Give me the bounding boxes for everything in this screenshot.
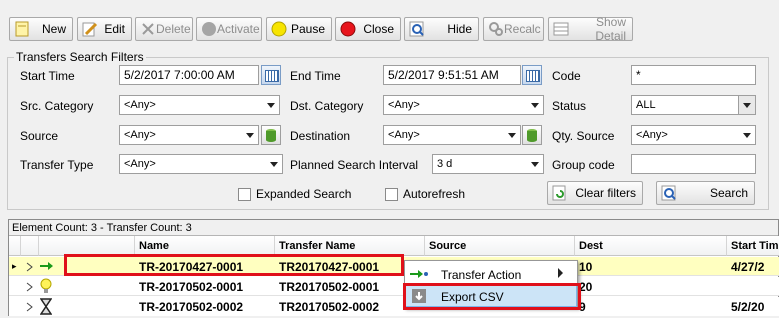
status-label: Status [552,99,587,113]
pencil-icon [82,21,98,37]
chevron-down-icon [531,103,539,108]
activate-button[interactable]: Activate [196,17,262,41]
cell-dest: 10 [579,260,593,274]
status-dropdown-button[interactable] [738,96,755,114]
start-time-field[interactable]: 5/2/2017 7:00:00 AM [119,65,259,85]
grid-caption: Element Count: 3 - Transfer Count: 3 [9,220,778,236]
chevron-down-icon [267,103,275,108]
code-label: Code [552,69,581,83]
cell-name: TR-20170502-0002 [139,300,244,314]
row-expand-icon [26,301,34,315]
cylinder-icon [527,129,537,142]
cylinder-icon [266,129,276,142]
cell-dest: 9 [579,300,586,314]
column-header-start-time[interactable]: Start Tim [727,236,779,256]
cell-start-time [727,277,779,296]
row-pointer-icon: ▸ [12,261,17,271]
highlight-export-csv [403,283,581,310]
highlight-selected-row [64,254,404,276]
transfer-type-select[interactable]: <Any> [119,154,283,174]
group-code-label: Group code [552,158,615,172]
status-select[interactable]: ALL [631,95,756,115]
show-detail-button[interactable]: Show Detail [548,15,633,43]
transfer-action-icon [409,268,429,283]
chevron-down-icon [743,133,751,138]
close-button[interactable]: Close [335,17,401,41]
destination-label: Destination [290,129,351,143]
pause-yellow-circle-icon [271,21,287,37]
qty-source-select[interactable]: <Any> [631,125,756,145]
clear-filters-button[interactable]: Clear filters [547,181,643,205]
hourglass-icon [39,298,53,318]
source-picker-button[interactable] [261,125,281,145]
column-header-dest[interactable]: Dest [575,236,727,256]
transfer-type-label: Transfer Type [20,158,94,172]
delete-x-icon [140,21,156,37]
start-time-calendar-icon[interactable] [261,65,281,85]
recalc-button[interactable]: Recalc [483,17,544,41]
activate-circle-icon [201,21,217,37]
destination-select[interactable]: <Any> [383,125,521,145]
end-time-calendar-icon[interactable] [522,65,542,85]
column-header-transfer-name[interactable]: Transfer Name [275,236,425,256]
end-time-label: End Time [290,69,341,83]
group-code-field[interactable] [631,154,756,174]
show-detail-table-icon [553,21,569,37]
start-time-label: Start Time [20,69,75,83]
source-label: Source [20,129,59,143]
hide-button[interactable]: Hide [404,17,479,41]
dst-category-label: Dst. Category [290,99,364,113]
search-icon [661,185,677,201]
refresh-icon [552,185,568,201]
cell-start-time: 4/27/2 [731,260,765,274]
chevron-down-icon [743,103,751,108]
filters-legend: Transfers Search Filters [16,50,144,64]
chevron-down-icon [508,133,516,138]
edit-button[interactable]: Edit [77,17,132,41]
chevron-down-icon [270,162,278,167]
table-row[interactable]: TR-20170502-0002 TR20170502-0002 9 5/2/2… [9,297,779,316]
chevron-down-icon [246,133,254,138]
code-field[interactable]: * [631,65,756,85]
source-select[interactable]: <Any> [119,125,259,145]
row-header-column [9,236,21,256]
table-row[interactable]: TR-20170502-0001 TR20170502-0001 20 [9,277,779,296]
dst-category-select[interactable]: <Any> [383,95,544,115]
icon-column-2 [39,236,135,256]
planned-interval-select[interactable]: 3 d [432,154,544,174]
expanded-search-label: Expanded Search [256,187,352,201]
search-button[interactable]: Search [656,181,755,205]
new-document-icon [14,21,30,37]
menu-item-transfer-action[interactable]: Transfer Action [405,263,577,285]
close-red-circle-icon [340,21,356,37]
src-category-select[interactable]: <Any> [119,95,280,115]
pause-button[interactable]: Pause [266,17,332,41]
delete-button[interactable]: Delete [135,17,193,41]
end-time-field[interactable]: 5/2/2017 9:51:51 AM [383,65,521,85]
src-category-label: Src. Category [20,99,94,113]
expanded-search-checkbox[interactable] [238,188,251,201]
cell-dest: 20 [579,280,593,294]
lightbulb-icon [39,278,53,298]
autorefresh-checkbox[interactable] [385,188,398,201]
row-expand-icon [26,281,34,295]
autorefresh-label: Autorefresh [403,187,466,201]
column-header-name[interactable]: Name [135,236,275,256]
cell-start-time: 5/2/20 [731,300,765,314]
column-header-source[interactable]: Source [425,236,575,256]
chevron-down-icon [531,162,539,167]
planned-interval-label: Planned Search Interval [290,158,419,172]
cell-name: TR-20170502-0001 [139,280,244,294]
icon-column-1 [21,236,39,256]
new-button[interactable]: New [9,17,73,41]
submenu-arrow-icon [558,267,564,281]
qty-source-label: Qty. Source [552,129,615,143]
destination-picker-button[interactable] [522,125,542,145]
transfer-arrow-icon [39,260,55,275]
recalc-gears-icon [488,21,504,37]
row-expand-icon [26,261,34,275]
hide-magnifier-icon [409,21,425,37]
